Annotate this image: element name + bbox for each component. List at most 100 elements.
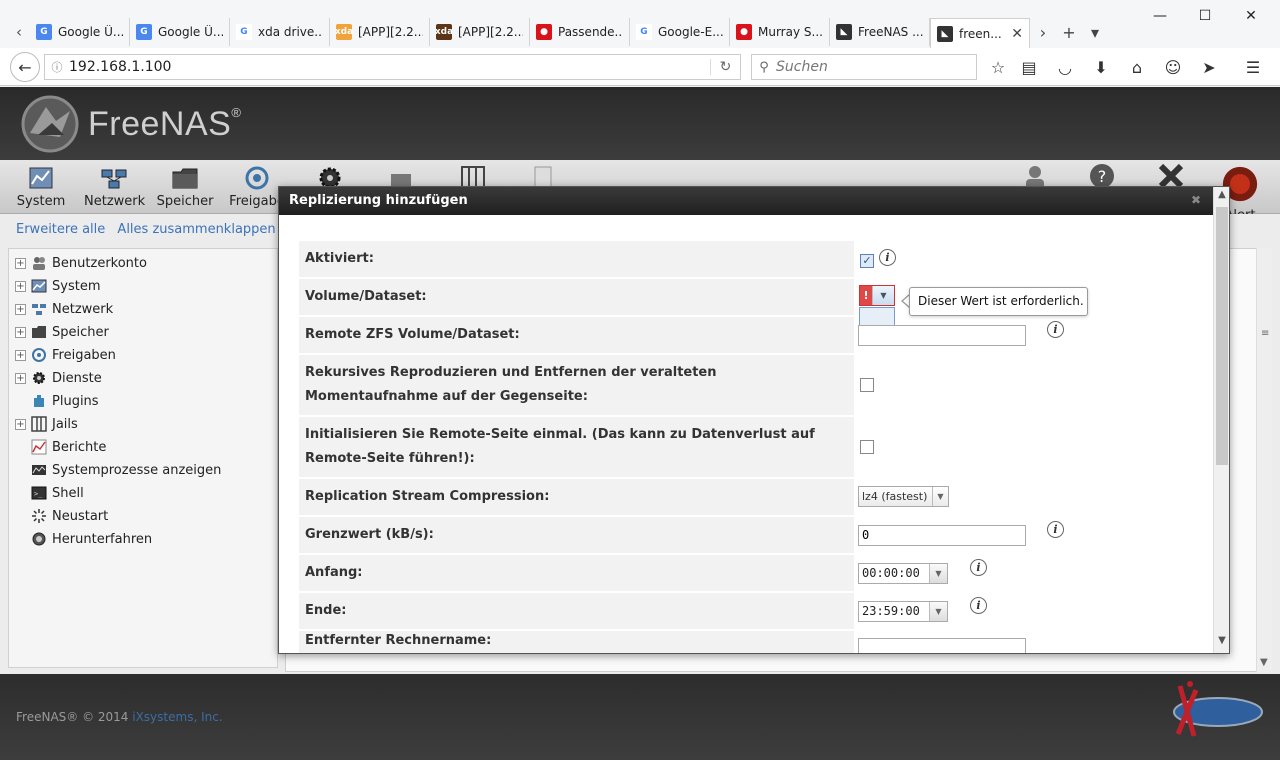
initialize-checkbox[interactable] (860, 440, 874, 454)
limit-input[interactable]: 0 (858, 525, 1026, 546)
reports-icon (31, 439, 47, 455)
info-icon[interactable]: i (1047, 521, 1064, 538)
scroll-down-icon[interactable]: ▼ (1260, 657, 1268, 668)
page-scrollbar[interactable]: ≡ ▼ (1256, 248, 1272, 672)
jails-icon (31, 416, 47, 432)
browser-tab[interactable]: Gxda drive... (230, 18, 330, 46)
tree-item[interactable]: + Netzwerk (15, 299, 113, 319)
scroll-grip-icon[interactable]: ≡ (1261, 328, 1269, 339)
tab-scroll-right-icon[interactable]: › (1030, 18, 1056, 46)
info-icon[interactable]: i (970, 597, 987, 614)
browser-tab[interactable]: G Google-E... (630, 18, 730, 46)
expand-icon[interactable]: + (15, 280, 26, 292)
new-tab-icon[interactable]: + (1056, 18, 1082, 46)
download-icon[interactable]: ⬇ (1089, 55, 1113, 79)
end-time-combo[interactable]: 23:59:00 ▼ (858, 601, 948, 622)
tree-item[interactable]: + Speicher (15, 322, 109, 342)
tab-title: Passende... (558, 25, 623, 39)
xda-dark-icon: xda (435, 24, 453, 40)
end-time-value[interactable]: 23:59:00 (859, 602, 929, 621)
browser-tab[interactable]: G Google Ü... (130, 18, 230, 46)
chevron-down-icon[interactable]: ▼ (932, 487, 948, 506)
expand-all-link[interactable]: Erweitere alle (16, 222, 105, 237)
bookmark-star-icon[interactable]: ☆ (986, 55, 1010, 79)
url-text[interactable]: 192.168.1.100 (69, 59, 710, 75)
browser-tab[interactable]: ◣ FreeNAS ... (830, 18, 930, 46)
browser-tab[interactable]: ● Passende... (530, 18, 630, 46)
remote-volume-input[interactable] (858, 325, 1026, 346)
tree-item[interactable]: >_ Shell (15, 483, 84, 503)
add-replication-dialog: Replizierung hinzufügen ✖ Aktiviert: Vol… (278, 186, 1230, 654)
info-icon[interactable]: i (970, 559, 987, 576)
enabled-checkbox[interactable]: ✓ (860, 254, 874, 268)
chevron-down-icon[interactable]: ▼ (929, 564, 947, 583)
expand-icon[interactable]: + (15, 418, 26, 430)
recursive-checkbox[interactable] (860, 378, 874, 392)
tab-scroll-left-icon[interactable]: ‹ (8, 18, 30, 46)
remote-host-input[interactable] (858, 638, 1026, 653)
expand-icon[interactable]: + (15, 326, 26, 338)
tree-item[interactable]: + System (15, 276, 100, 296)
compression-select[interactable]: lz4 (fastest) ▼ (858, 486, 949, 507)
tree-item[interactable]: + Freigaben (15, 345, 116, 365)
back-button[interactable]: ← (10, 52, 40, 82)
tree-item[interactable]: Berichte (15, 437, 106, 457)
scroll-thumb[interactable] (1216, 207, 1228, 465)
tree-item[interactable]: + Benutzerkonto (15, 253, 147, 273)
emoji-icon[interactable]: ☺ (1161, 55, 1185, 79)
send-icon[interactable]: ➤ (1197, 55, 1221, 79)
dialog-close-icon[interactable]: ✖ (1191, 193, 1201, 207)
field-row-limit: Grenzwert (kB/s): (299, 517, 854, 553)
company-link[interactable]: iXsystems, Inc. (132, 710, 222, 724)
reload-icon[interactable]: ↻ (710, 59, 740, 75)
close-tab-icon[interactable]: ✕ (1011, 26, 1023, 42)
tab-title: [APP][2.2... (358, 25, 423, 39)
site-info-icon[interactable]: ⓘ (45, 59, 69, 75)
volume-dataset-select[interactable]: ! ▼ (859, 285, 895, 306)
nav-system[interactable]: System (11, 164, 71, 209)
info-icon[interactable]: i (879, 249, 896, 266)
tree-item-label: Benutzerkonto (52, 255, 147, 271)
collapse-all-link[interactable]: Alles zusammenklappen (117, 222, 275, 237)
tab-list-icon[interactable]: ▾ (1082, 18, 1108, 46)
chevron-down-icon[interactable]: ▼ (929, 602, 947, 621)
nav-storage[interactable]: Speicher (155, 164, 215, 209)
tree-item-label: Dienste (52, 370, 102, 386)
minimize-icon[interactable]: — (1137, 4, 1183, 28)
expand-icon[interactable]: + (15, 349, 26, 361)
dialog-scrollbar[interactable]: ▲ ▼ (1213, 187, 1229, 653)
info-icon[interactable]: i (1047, 321, 1064, 338)
browser-tab[interactable]: ● Murray S... (730, 18, 830, 46)
google-translate-icon: G (136, 24, 152, 40)
browser-tab[interactable]: xda [APP][2.2... (430, 18, 530, 46)
search-input[interactable]: ⚲ Suchen (751, 54, 977, 80)
begin-time-combo[interactable]: 00:00:00 ▼ (858, 563, 948, 584)
freenas-shark-icon: ◣ (836, 24, 852, 40)
close-window-icon[interactable]: ✕ (1228, 4, 1274, 28)
expand-icon[interactable]: + (15, 303, 26, 315)
expand-icon[interactable]: + (15, 257, 26, 269)
tree-item[interactable]: + Dienste (15, 368, 102, 388)
browser-tab[interactable]: xda [APP][2.2... (330, 18, 430, 46)
expand-icon[interactable]: + (15, 372, 26, 384)
reading-list-icon[interactable]: ▤ (1017, 55, 1041, 79)
tree-item[interactable]: Neustart (15, 506, 108, 526)
brand-text: FreeNAS (88, 105, 232, 143)
home-icon[interactable]: ⌂ (1125, 55, 1149, 79)
chevron-down-icon[interactable]: ▼ (872, 286, 894, 305)
tree-item[interactable]: Plugins (15, 391, 99, 411)
browser-tab[interactable]: G Google Ü... (30, 18, 130, 46)
begin-time-value[interactable]: 00:00:00 (859, 564, 929, 583)
tree-item[interactable]: Herunterfahren (15, 529, 152, 549)
tree-item[interactable]: + Jails (15, 414, 78, 434)
pocket-icon[interactable]: ◡ (1053, 55, 1077, 79)
tree-item[interactable]: Systemprozesse anzeigen (15, 460, 221, 480)
url-bar[interactable]: ⓘ 192.168.1.100 ↻ (44, 54, 741, 80)
nav-network[interactable]: Netzwerk (84, 164, 145, 209)
scroll-up-icon[interactable]: ▲ (1214, 189, 1230, 205)
scroll-down-icon[interactable]: ▼ (1214, 635, 1230, 651)
maximize-icon[interactable]: ☐ (1182, 4, 1228, 28)
browser-tab[interactable]: ◣ freen... ✕ (930, 18, 1030, 48)
field-label: Entfernter Rechnername: (305, 633, 492, 648)
menu-icon[interactable]: ☰ (1241, 55, 1265, 79)
